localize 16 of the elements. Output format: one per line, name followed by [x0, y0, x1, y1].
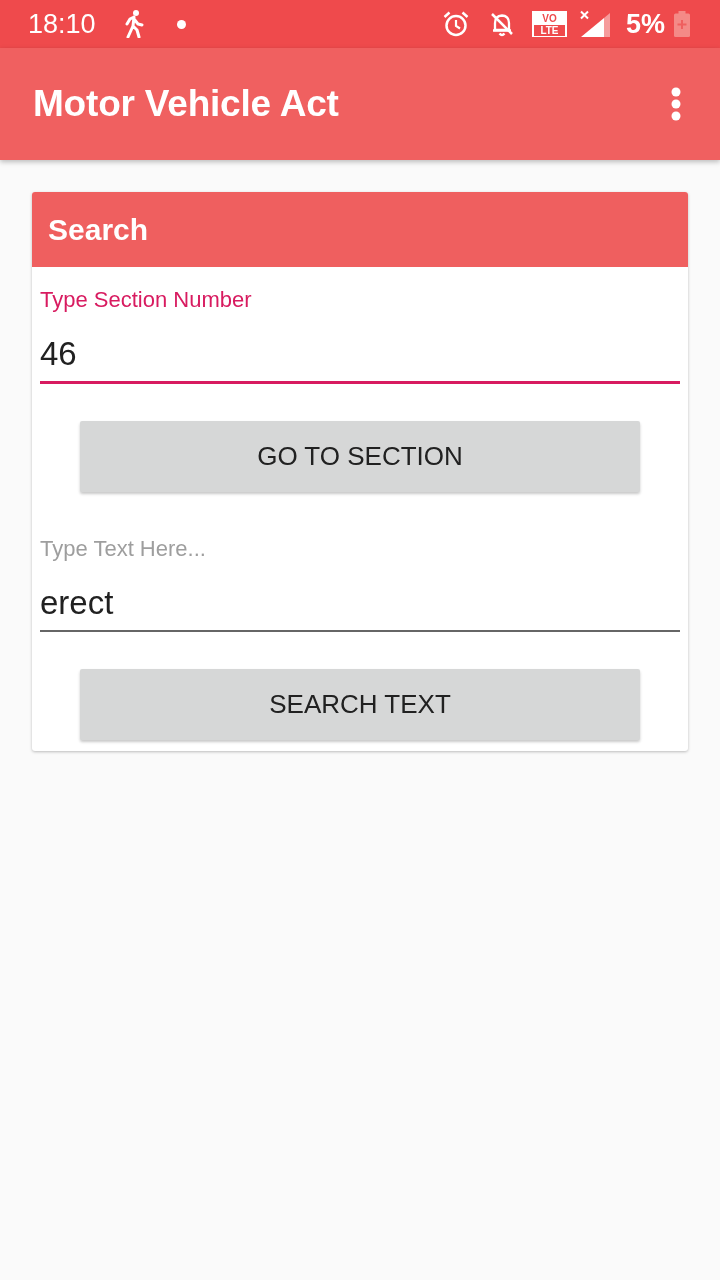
app-title: Motor Vehicle Act	[33, 82, 339, 126]
go-to-section-button[interactable]: GO TO SECTION	[80, 421, 640, 492]
muted-bell-icon	[488, 11, 515, 37]
signal-strength-icon	[578, 10, 612, 38]
alarm-clock-icon	[442, 11, 469, 37]
card-title: Search	[48, 211, 149, 248]
notification-dot-icon	[176, 19, 186, 29]
text-field[interactable]: Type Text Here... erect	[40, 536, 680, 632]
clock-time: 18:10	[28, 9, 96, 39]
volte-badge-icon: VO LTE	[531, 11, 567, 37]
battery-percent: 5%	[625, 9, 665, 39]
battery-low-icon	[674, 11, 690, 37]
search-text-button[interactable]: SEARCH TEXT	[80, 669, 640, 740]
text-field[interactable]: Type Section Number 46	[40, 287, 680, 384]
walking-person-icon	[123, 10, 144, 38]
more-options-icon	[671, 87, 681, 121]
